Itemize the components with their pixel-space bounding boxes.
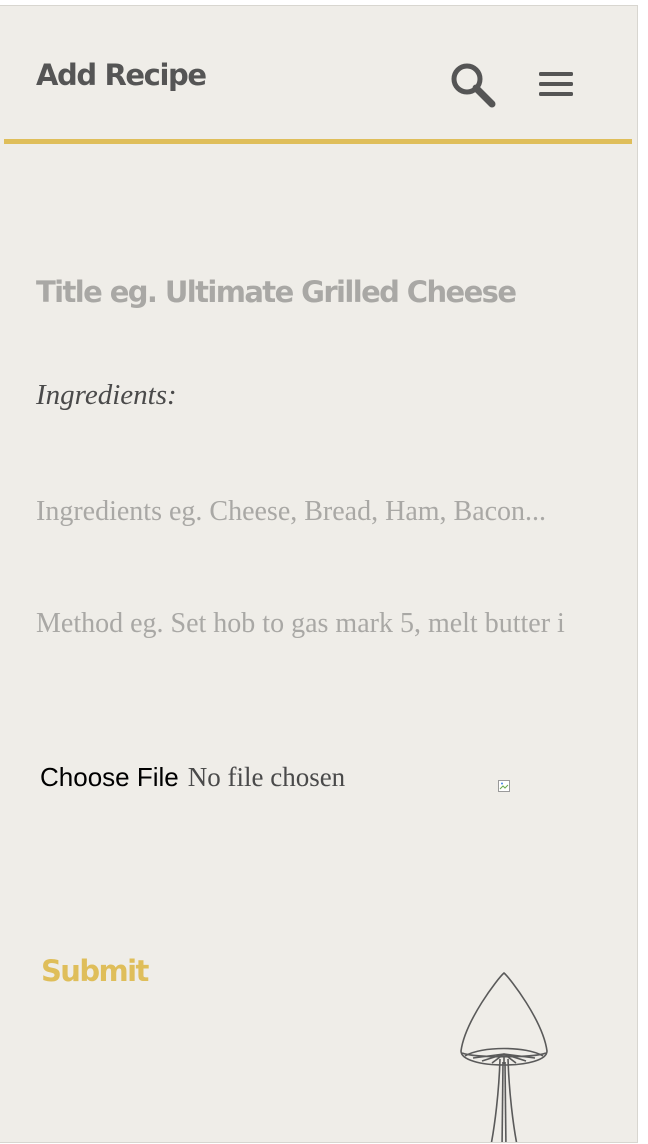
- file-status-text: No file chosen: [187, 762, 346, 792]
- page-title: Add Recipe: [36, 58, 207, 92]
- file-upload: Choose File No file chosen: [40, 762, 345, 798]
- ingredients-label: Ingredients:: [36, 379, 177, 411]
- hamburger-menu-icon: [539, 72, 573, 96]
- choose-file-button[interactable]: Choose File: [40, 762, 179, 793]
- method-input[interactable]: [36, 604, 603, 644]
- mushroom-decoration: [455, 966, 555, 1142]
- image-preview: [498, 779, 510, 792]
- ingredients-input[interactable]: [36, 492, 603, 532]
- search-icon: [451, 63, 496, 108]
- submit-button[interactable]: Submit: [41, 954, 149, 988]
- recipe-title-input[interactable]: [36, 268, 616, 316]
- app-frame: Add Recipe Ingredients: Choose File No f…: [0, 5, 638, 1143]
- mushroom-illustration: [460, 971, 548, 1142]
- search-button[interactable]: [448, 60, 500, 110]
- broken-image-icon: [498, 780, 510, 792]
- header-divider: [4, 139, 632, 144]
- menu-button[interactable]: [535, 66, 577, 102]
